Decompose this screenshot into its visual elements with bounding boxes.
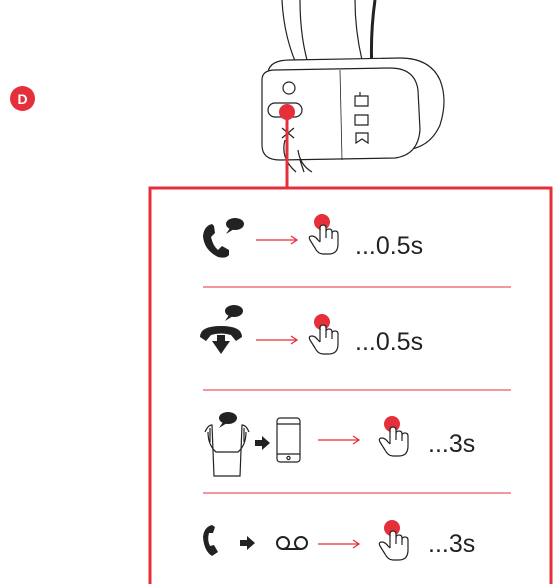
incoming-call-icon bbox=[203, 218, 244, 258]
headset-device bbox=[261, 0, 445, 173]
instruction-diagram: D ...0.5s ...0.5s ...3s ...3s bbox=[0, 0, 555, 584]
duration-label: ...0.5s bbox=[355, 328, 424, 356]
press-hand-icon bbox=[308, 213, 339, 255]
arrow bbox=[317, 435, 360, 445]
press-hand-icon bbox=[378, 519, 409, 561]
press-hand-icon bbox=[308, 313, 339, 355]
headset-to-phone-icon bbox=[204, 412, 301, 477]
voicemail-icon bbox=[203, 525, 308, 556]
arrow bbox=[255, 235, 298, 245]
arrow bbox=[255, 335, 298, 345]
hang-up-icon bbox=[200, 305, 243, 354]
diagram-canvas bbox=[148, 0, 553, 584]
arrow bbox=[317, 539, 360, 549]
press-hand-icon bbox=[378, 415, 409, 457]
duration-label: ...3s bbox=[428, 530, 476, 558]
duration-label: ...3s bbox=[428, 430, 476, 458]
duration-label: ...0.5s bbox=[355, 232, 424, 260]
